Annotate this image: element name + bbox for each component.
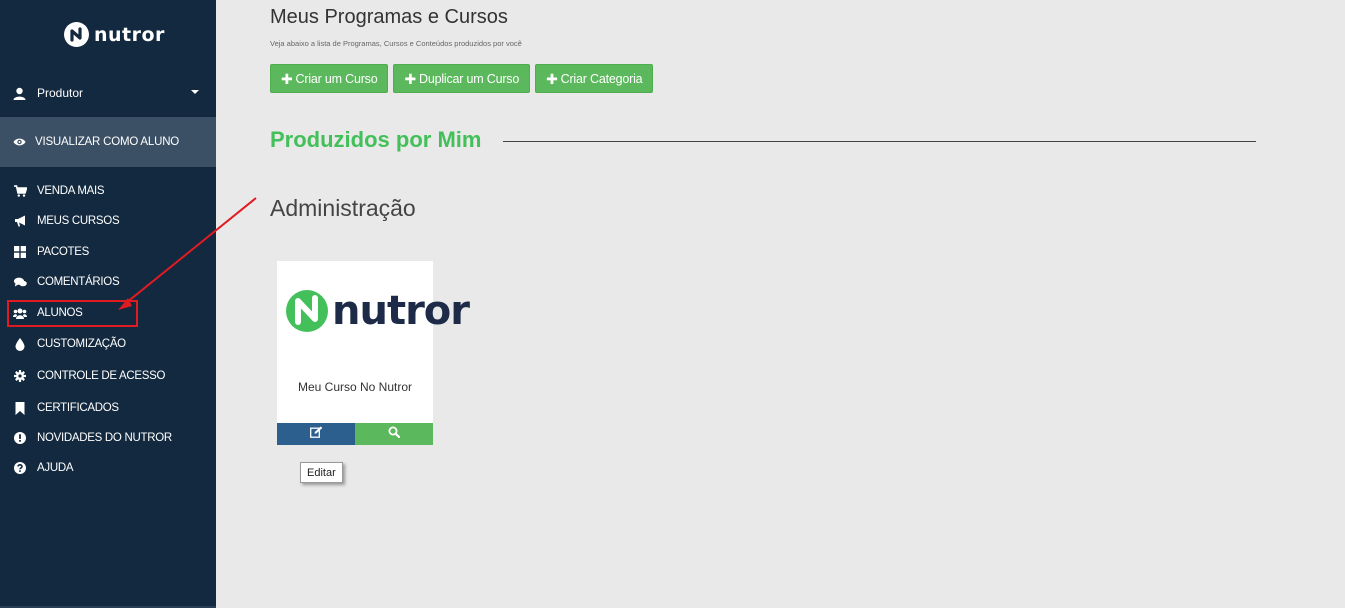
create-course-button[interactable]: ✚ Criar um Curso [270,64,389,93]
chevron-down-icon [191,90,199,94]
sidebar-item-label: CUSTOMIZAÇÃO [37,338,126,350]
sidebar-item-meus-cursos[interactable]: MEUS CURSOS [0,206,216,236]
logo-mark-icon [64,22,89,47]
sidebar-item-controle-de-acesso[interactable]: CONTROLE DE ACESSO [0,361,216,391]
nutror-logo-icon [285,281,330,341]
sidebar-item-customizacao[interactable]: CUSTOMIZAÇÃO [0,329,216,359]
sidebar-item-venda-mais[interactable]: VENDA MAIS [0,176,216,206]
sidebar-item-label: CONTROLE DE ACESSO [37,370,166,382]
course-logo-text: nutror [332,288,470,334]
brand-logo[interactable]: nutror [64,22,165,47]
brand-name: nutror [94,23,165,46]
section-divider [503,141,1256,142]
page-subtitle: Veja abaixo a lista de Programas, Cursos… [270,39,522,48]
view-as-student-label: VISUALIZAR COMO ALUNO [35,136,180,148]
create-course-label: Criar um Curso [295,71,378,86]
profile-dropdown[interactable]: Produtor [0,78,216,108]
edit-icon [309,425,323,443]
user-icon [13,87,27,100]
plus-icon: ✚ [546,70,558,87]
sidebar-item-comentarios[interactable]: COMENTÁRIOS [0,267,216,297]
course-thumbnail: nutror [285,281,470,341]
annotation-highlight-box [7,300,138,327]
sidebar-item-label: MEUS CURSOS [37,215,120,227]
bullhorn-icon [13,214,27,228]
plus-icon: ✚ [404,70,416,87]
profile-label: Produtor [37,86,84,100]
grid-icon [13,245,27,259]
sidebar-item-ajuda[interactable]: AJUDA [0,453,216,483]
course-name: Meu Curso No Nutror [297,380,413,394]
comments-icon [13,275,27,289]
sidebar-item-label: COMENTÁRIOS [37,276,120,288]
main-content: Meus Programas e Cursos Veja abaixo a li… [216,0,1345,608]
section-title: Produzidos por Mim [270,127,482,152]
exclamation-icon [13,431,27,445]
sidebar-item-pacotes[interactable]: PACOTES [0,237,216,267]
search-icon [388,425,401,443]
sidebar-item-label: NOVIDADES DO NUTROR [37,432,172,444]
sidebar-item-label: VENDA MAIS [37,185,105,197]
create-category-button[interactable]: ✚ Criar Categoria [535,64,654,93]
question-icon [13,461,27,475]
bookmark-icon [13,401,27,415]
action-buttons: ✚ Criar um Curso ✚ Duplicar um Curso ✚ C… [270,64,654,93]
page-title: Meus Programas e Cursos [270,6,508,28]
drop-icon [13,337,27,351]
view-course-button[interactable] [355,423,433,445]
duplicate-course-label: Duplicar um Curso [419,71,520,86]
duplicate-course-button[interactable]: ✚ Duplicar um Curso [393,64,531,93]
sidebar-item-label: AJUDA [37,462,74,474]
sidebar: nutror Produtor VISUALIZAR COMO ALUNO VE… [0,0,216,608]
sidebar-item-label: PACOTES [37,246,90,258]
plus-icon: ✚ [281,70,293,87]
edit-course-button[interactable] [277,423,355,445]
sidebar-item-label: CERTIFICADOS [37,402,119,414]
course-card[interactable]: nutror Meu Curso No Nutror [277,261,470,445]
view-as-student-button[interactable]: VISUALIZAR COMO ALUNO [0,117,216,167]
cart-icon [13,184,27,198]
category-title: Administração [270,195,416,221]
eye-icon [13,137,27,147]
sidebar-item-certificados[interactable]: CERTIFICADOS [0,393,216,423]
create-category-label: Criar Categoria [560,71,643,86]
sidebar-item-novidades[interactable]: NOVIDADES DO NUTROR [0,423,216,453]
gear-icon [13,369,27,383]
course-card-actions [277,423,433,445]
edit-tooltip: Editar [300,462,343,483]
